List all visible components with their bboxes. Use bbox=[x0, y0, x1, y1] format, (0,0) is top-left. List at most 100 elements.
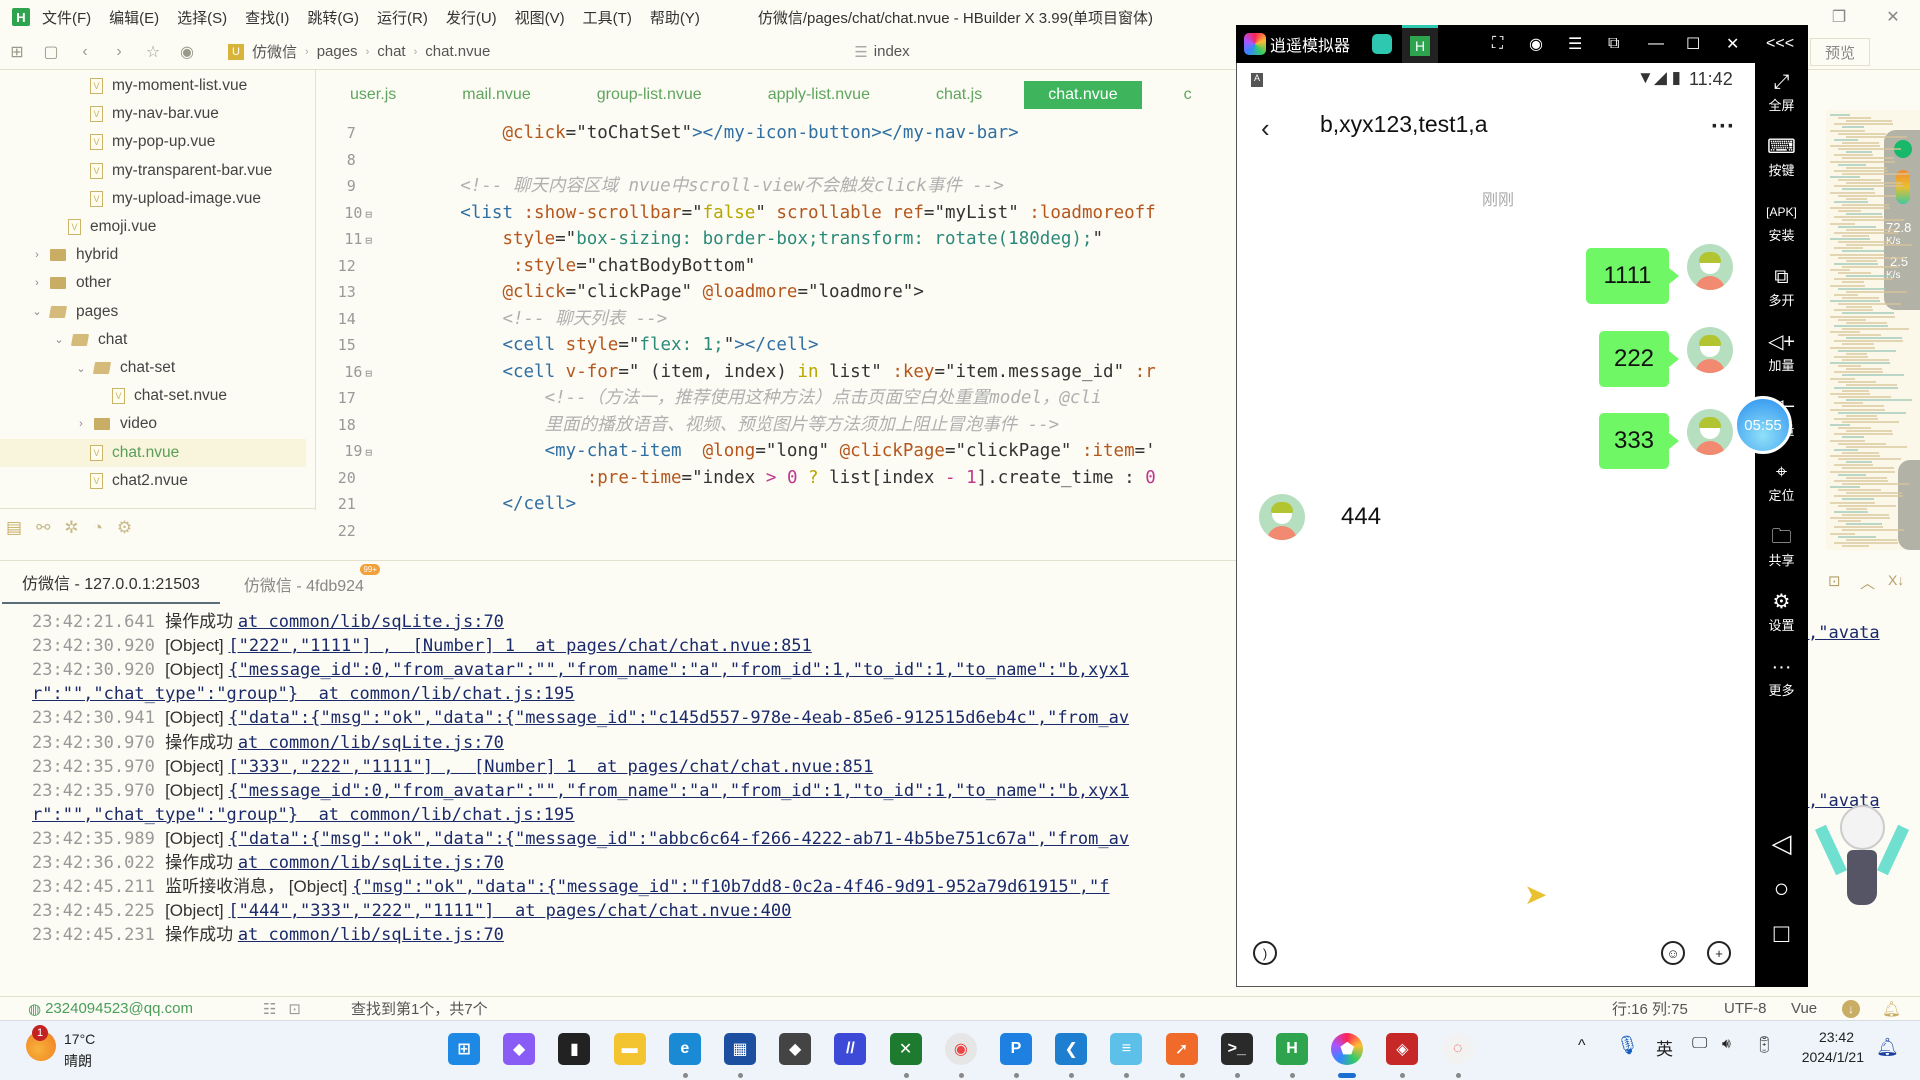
floating-timer[interactable]: 05:55 bbox=[1734, 396, 1792, 454]
tab-c[interactable]: c bbox=[1160, 81, 1216, 109]
ime-indicator[interactable]: 英 bbox=[1656, 1035, 1673, 1060]
taskbar-edge-icon[interactable]: e bbox=[668, 1033, 701, 1065]
encoding[interactable]: UTF-8 bbox=[1724, 1000, 1767, 1017]
collapse-up-icon[interactable]: ︿ bbox=[1860, 572, 1875, 593]
fullscreen-button[interactable]: ⤢ 全屏 bbox=[1755, 69, 1808, 114]
chevron-right-icon[interactable]: › bbox=[30, 249, 44, 261]
minimap[interactable]: 72.8 K/s 2.5 K/s bbox=[1826, 110, 1920, 550]
message-bubble-mine[interactable]: 1111 bbox=[1586, 248, 1679, 304]
collapse-sidebar-button[interactable]: <<< bbox=[1766, 35, 1794, 53]
console-source-link[interactable]: r":"","chat_type":"group"} at common/lib… bbox=[32, 684, 574, 704]
bookmark-star-icon[interactable]: ☆ bbox=[136, 42, 170, 62]
fold-marker-icon[interactable]: ⊟ bbox=[365, 234, 372, 247]
menu-view[interactable]: 视图(V) bbox=[515, 7, 565, 28]
breadcrumb-pages[interactable]: pages bbox=[317, 43, 358, 60]
tree-file[interactable]: Vmy-upload-image.vue bbox=[0, 185, 306, 213]
language-mode[interactable]: Vue bbox=[1791, 1000, 1817, 1017]
tree-file[interactable]: Vmy-transparent-bar.vue bbox=[0, 157, 306, 185]
fold-marker-icon[interactable]: ⊟ bbox=[365, 208, 372, 221]
taskbar-chrome-icon[interactable]: ◉ bbox=[944, 1033, 977, 1065]
message-text-other[interactable]: 444 bbox=[1341, 503, 1381, 531]
breadcrumb-project[interactable]: 仿微信 bbox=[252, 41, 297, 62]
code-editor[interactable]: @click="toChatSet"></my-icon-button></my… bbox=[376, 120, 1236, 540]
taskbar-file-explorer-icon[interactable]: ▬ bbox=[613, 1033, 646, 1065]
taskbar-xbox-icon[interactable]: ✕ bbox=[889, 1033, 922, 1065]
pip-icon[interactable]: ⧉ bbox=[1608, 35, 1619, 53]
tree-folder[interactable]: ⌄ pages bbox=[0, 298, 306, 326]
close-icon[interactable]: ✕ bbox=[1726, 34, 1739, 54]
minimize-icon[interactable]: — bbox=[1648, 35, 1664, 53]
microphone-icon[interactable]: 🎙︎ bbox=[1616, 1035, 1639, 1056]
phone-screen[interactable]: A ▼◢ ▮ 11:42 ‹ b,xyx123,test1,a ··· 刚刚 1… bbox=[1236, 63, 1792, 987]
bell-icon[interactable]: 🔔︎ bbox=[1882, 1000, 1901, 1018]
clock-time[interactable]: 23:42 bbox=[1800, 1029, 1854, 1045]
maximize-icon[interactable]: ☐ bbox=[1686, 34, 1700, 54]
plugin-icon[interactable]: ⚙ bbox=[117, 518, 132, 538]
menu-edit[interactable]: 编辑(E) bbox=[109, 7, 159, 28]
forward-icon[interactable]: › bbox=[102, 43, 136, 61]
tree-file[interactable]: Vchat.nvue bbox=[0, 438, 306, 467]
console-new-icon[interactable]: ⊡ bbox=[1828, 572, 1841, 590]
cursor-position[interactable]: 行:16 列:75 bbox=[1612, 998, 1688, 1019]
console-source-link[interactable]: ["444","333","222","1111"] at pages/chat… bbox=[228, 901, 791, 921]
tab-apply-list-nvue[interactable]: apply-list.nvue bbox=[744, 81, 894, 109]
clear-console-icon[interactable]: X↓ bbox=[1888, 572, 1904, 588]
chevron-down-icon[interactable]: ⌄ bbox=[30, 305, 44, 318]
restore-window-button[interactable]: ❐ bbox=[1816, 0, 1862, 34]
android-recents-button[interactable]: □ bbox=[1755, 918, 1808, 949]
install-apk-button[interactable]: [APK] 安装 bbox=[1755, 199, 1808, 244]
console-source-link[interactable]: at common/lib/sqLite.js:70 bbox=[238, 733, 504, 753]
tree-file[interactable]: Vchat-set.nvue bbox=[0, 382, 306, 410]
fold-marker-icon[interactable]: ⊟ bbox=[365, 446, 372, 459]
chevron-right-icon[interactable]: › bbox=[30, 277, 44, 289]
account-icon[interactable]: ◉ bbox=[1529, 34, 1543, 54]
weather-desc[interactable]: 晴朗 bbox=[64, 1051, 92, 1071]
menu-file[interactable]: 文件(F) bbox=[42, 7, 91, 28]
android-home-button[interactable]: ○ bbox=[1755, 873, 1808, 904]
taskbar-redis-icon[interactable]: ◈ bbox=[1386, 1033, 1419, 1065]
taskbar-store-icon[interactable]: ▦ bbox=[724, 1033, 756, 1065]
console-source-link[interactable]: at common/lib/sqLite.js:70 bbox=[238, 925, 504, 945]
back-arrow-icon[interactable]: ‹ bbox=[1261, 113, 1270, 144]
breadcrumb-chat[interactable]: chat bbox=[377, 43, 405, 60]
console-source-link[interactable]: {"data":{"msg":"ok","data":{"message_id"… bbox=[228, 829, 1129, 849]
console-source-link[interactable]: r":"","chat_type":"group"} at common/lib… bbox=[32, 805, 574, 825]
tree-file[interactable]: Vemoji.vue bbox=[0, 213, 306, 241]
settings-button[interactable]: ⚙ 设置 bbox=[1755, 589, 1808, 634]
taskbar-code-app-icon[interactable]: // bbox=[834, 1033, 867, 1065]
taskbar-notepad-icon[interactable]: ≡ bbox=[1110, 1033, 1143, 1065]
list-icon[interactable]: ☷ bbox=[263, 1000, 276, 1018]
taskbar-terminal-icon[interactable]: >_ bbox=[1220, 1033, 1253, 1065]
menu-icon[interactable]: ☰ bbox=[1568, 34, 1582, 54]
speaker-icon[interactable]: 🔊︎ bbox=[1722, 1035, 1731, 1052]
clock-date[interactable]: 2024/1/21 bbox=[1792, 1049, 1864, 1065]
new-file-icon[interactable]: ⊞ bbox=[0, 42, 34, 62]
menu-help[interactable]: 帮助(Y) bbox=[650, 7, 700, 28]
terminal-icon[interactable]: ⊡ bbox=[288, 1000, 301, 1018]
network-icon[interactable]: 🖵︎ bbox=[1692, 1035, 1707, 1053]
taskbar-hbuilder-icon[interactable]: H bbox=[1276, 1033, 1308, 1065]
taskbar-memu-icon[interactable]: ⬟ bbox=[1331, 1033, 1364, 1065]
menu-tools[interactable]: 工具(T) bbox=[583, 7, 632, 28]
more-options-icon[interactable]: ··· bbox=[1711, 113, 1735, 141]
android-back-button[interactable]: ◁ bbox=[1755, 828, 1808, 859]
console-source-link[interactable]: ["333","222","1111"] , [Number] 1 at pag… bbox=[228, 757, 873, 777]
debug-bug-icon[interactable]: ✲ bbox=[64, 518, 78, 538]
chevron-down-icon[interactable]: ⌄ bbox=[52, 333, 66, 346]
desktop-mascot[interactable] bbox=[1814, 795, 1910, 915]
console-source-link[interactable]: {"message_id":0,"from_avatar":"","from_n… bbox=[228, 660, 1129, 680]
menu-find[interactable]: 查找(I) bbox=[245, 7, 289, 28]
keymap-button[interactable]: ⌨ 按键 bbox=[1755, 134, 1808, 179]
message-bubble-mine[interactable]: 333 bbox=[1599, 413, 1679, 469]
save-icon[interactable]: ▢ bbox=[34, 42, 68, 62]
console-source-link[interactable]: ["222","1111"] , [Number] 1 at pages/cha… bbox=[228, 636, 811, 656]
git-icon[interactable]: ◔ bbox=[93, 518, 103, 538]
taskbar-vscode-icon[interactable]: ❮ bbox=[1055, 1033, 1088, 1065]
binoculars-icon[interactable]: ⚯ bbox=[36, 518, 50, 538]
console-source-link[interactable]: {"data":{"msg":"ok","data":{"message_id"… bbox=[228, 708, 1129, 728]
volume-up-button[interactable]: ◁+ 加量 bbox=[1755, 329, 1808, 374]
menu-publish[interactable]: 发行(U) bbox=[446, 7, 497, 28]
tree-file[interactable]: Vmy-pop-up.vue bbox=[0, 128, 306, 156]
weather-temp[interactable]: 17°C bbox=[64, 1031, 95, 1047]
taskbar-p-app-icon[interactable]: P bbox=[1000, 1033, 1032, 1065]
